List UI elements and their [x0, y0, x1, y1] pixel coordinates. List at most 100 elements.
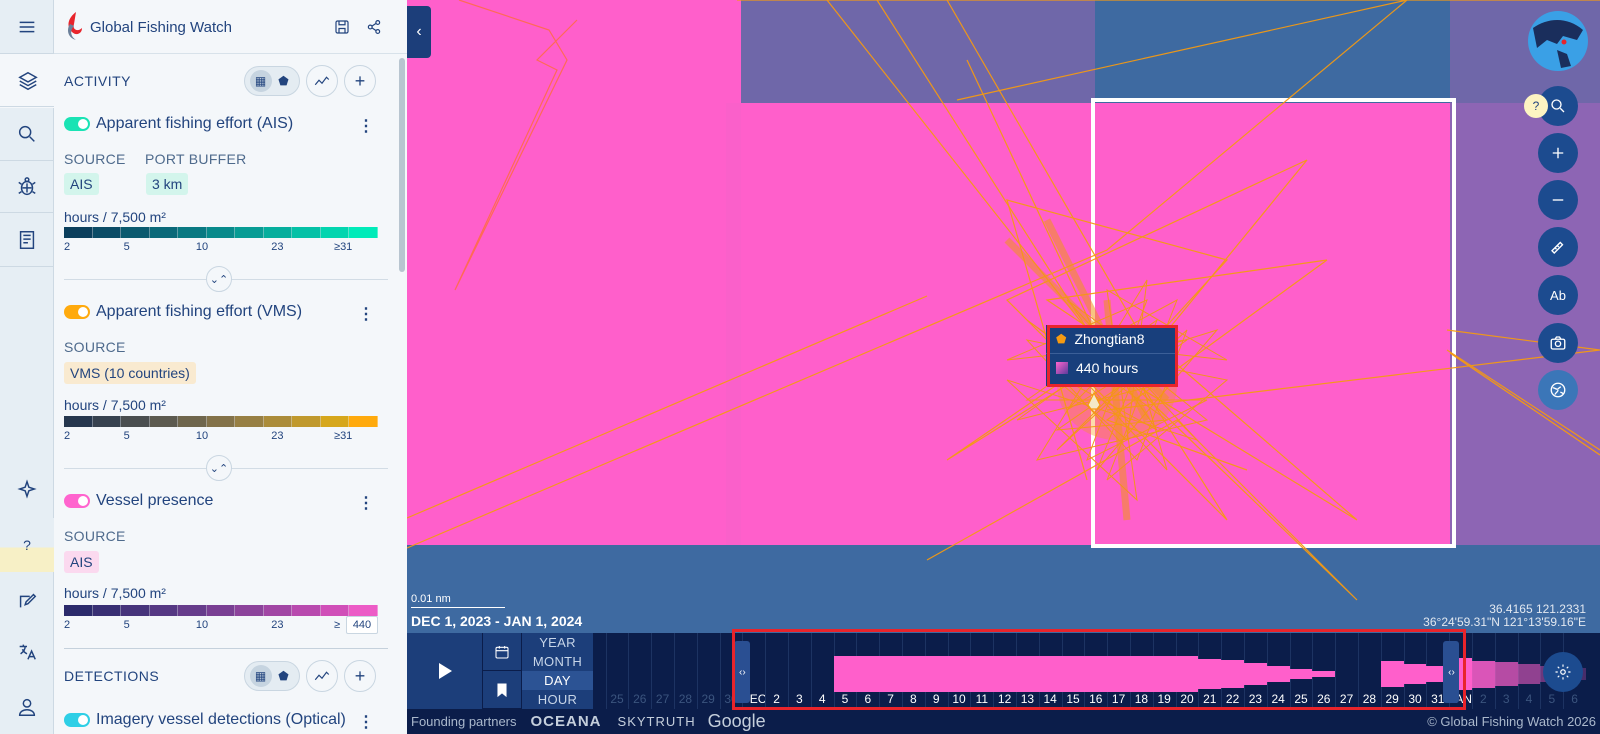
google-logo[interactable]: Google	[708, 711, 766, 732]
user-icon[interactable]	[0, 680, 54, 734]
vessel-tag-icon[interactable]: ⬟	[273, 70, 295, 92]
layer-toggle-ais[interactable]	[64, 117, 90, 131]
day-label: 10	[952, 692, 966, 706]
ramp-step	[235, 416, 264, 427]
help-icon[interactable]: ?	[0, 518, 54, 572]
sidebar-scrollbar[interactable]	[399, 58, 405, 272]
ruler-icon[interactable]	[1538, 227, 1578, 267]
calendar-icon[interactable]	[483, 633, 521, 671]
activity-bar	[1152, 656, 1176, 692]
vessel-icon: ⬟	[1056, 332, 1067, 346]
resolution-month[interactable]: MONTH	[522, 652, 593, 671]
add-detections-layer-button[interactable]: +	[344, 660, 376, 692]
resolution-year[interactable]: YEAR	[522, 633, 593, 652]
heatmap-icon[interactable]: ▦	[249, 665, 272, 687]
activity-visualization-toggle[interactable]: ▦ ⬟	[244, 66, 300, 96]
skytruth-logo[interactable]: SKYTRUTH	[618, 714, 696, 729]
heatmap-icon[interactable]: ▦	[249, 70, 272, 92]
layers-icon[interactable]	[0, 54, 55, 108]
activity-bar	[856, 656, 880, 692]
resolution-hour[interactable]: HOUR	[522, 690, 593, 709]
activity-bar	[1289, 668, 1313, 680]
ramp-step	[149, 605, 179, 616]
day-label: 22	[1225, 692, 1240, 706]
oceana-logo[interactable]: OCEANA	[531, 713, 602, 730]
day-label: 11	[975, 692, 989, 706]
layer-title-optical: Imagery vessel detections (Optical)	[64, 711, 346, 729]
layer-options-icon[interactable]: ⋮	[358, 712, 374, 732]
tooltip-vessel-row[interactable]: ⬟ Zhongtian8	[1046, 325, 1177, 353]
brand[interactable]: Global Fishing Watch	[64, 10, 232, 44]
day-label: 17	[1111, 692, 1126, 706]
bookmark-icon[interactable]	[483, 671, 521, 709]
ramp-step	[206, 416, 236, 427]
legend-unit: hours / 7,500 m²	[64, 209, 166, 225]
layer-label-vms: Apparent fishing effort (VMS)	[96, 303, 303, 320]
day-gridline	[696, 633, 698, 709]
save-icon[interactable]	[330, 15, 354, 39]
activity-bar	[1312, 671, 1336, 677]
day-label: 29	[1385, 692, 1399, 706]
annotation-icon[interactable]: Ab	[1538, 275, 1578, 315]
day-label: 30	[1408, 692, 1422, 706]
zoom-out-icon[interactable]	[1538, 180, 1578, 220]
expand-legend-icon[interactable]: ⌄⌃	[206, 455, 232, 481]
day-gridline	[788, 633, 789, 709]
legend-tick: ≥31	[334, 241, 353, 253]
layer-options-icon[interactable]: ⋮	[358, 116, 374, 136]
layer-options-icon[interactable]: ⋮	[358, 304, 374, 324]
activity-graph-icon[interactable]	[306, 65, 338, 97]
share-icon[interactable]	[362, 15, 386, 39]
layer-options-icon[interactable]: ⋮	[358, 493, 374, 513]
ramp-step	[92, 227, 122, 238]
map-canvas[interactable]	[407, 0, 1600, 734]
globe-minimap-icon[interactable]	[1527, 10, 1589, 72]
layer-toggle-vms[interactable]	[64, 305, 90, 319]
date-range-label: DEC 1, 2023 - JAN 1, 2024	[411, 613, 583, 629]
ramp-step	[320, 605, 350, 616]
basemap-globe-icon[interactable]	[1538, 370, 1578, 410]
zoom-in-icon[interactable]	[1538, 133, 1578, 173]
day-label: 6	[864, 692, 872, 706]
collapse-sidebar-button[interactable]: ‹	[407, 6, 431, 58]
feedback-icon[interactable]	[0, 574, 54, 628]
timebar-end-handle[interactable]: ‹›	[1443, 641, 1460, 703]
legend-tick: 10	[195, 241, 209, 253]
ramp-step	[263, 227, 293, 238]
ramp-step	[263, 605, 293, 616]
day-label: 16	[1089, 692, 1103, 706]
detections-visualization-toggle[interactable]: ▦ ⬟	[244, 661, 300, 691]
activity-bar	[970, 656, 994, 692]
day-label: 21	[1203, 692, 1217, 706]
expand-legend-icon[interactable]: ⌄⌃	[206, 266, 232, 292]
turtle-icon[interactable]	[0, 160, 54, 214]
copyright: © Global Fishing Watch 2026	[1427, 714, 1596, 729]
activity-bar	[1084, 656, 1108, 692]
search-icon[interactable]	[0, 107, 54, 161]
timebar-settings-icon[interactable]	[1543, 652, 1583, 692]
sparkle-icon[interactable]	[0, 462, 54, 516]
vessel-tag-icon[interactable]: ⬟	[273, 665, 295, 687]
detections-graph-icon[interactable]	[306, 660, 338, 692]
ramp-step	[121, 227, 150, 238]
timebar-start-handle[interactable]: ‹›	[734, 641, 751, 703]
timebar-days[interactable]: 25 26 27 28 29 30 DEC 2 3 4 5 6 7 8 9 10 11 12 13 14 15 16 17 1…	[593, 633, 1600, 709]
legend-unit: hours / 7,500 m²	[64, 585, 166, 601]
activity-bar	[1472, 660, 1495, 688]
camera-icon[interactable]	[1538, 323, 1578, 363]
layer-toggle-optical[interactable]	[64, 713, 90, 727]
reports-icon[interactable]	[0, 213, 54, 267]
resolution-day[interactable]: DAY	[522, 671, 593, 690]
language-icon[interactable]	[0, 625, 54, 679]
day-label: 25	[610, 692, 624, 706]
day-gridline	[1358, 633, 1359, 709]
layer-toggle-presence[interactable]	[64, 494, 90, 508]
ramp-step	[320, 416, 350, 427]
ramp-step	[349, 605, 379, 616]
add-activity-layer-button[interactable]: +	[344, 65, 376, 97]
menu-icon[interactable]	[0, 0, 54, 54]
timebar: YEAR MONTH DAY HOUR 25 26 27 28 29 30 DEC 2 3 4 5 6…	[407, 633, 1600, 709]
map-help-icon[interactable]: ?	[1524, 94, 1548, 118]
day-label: 5	[841, 692, 849, 706]
play-button[interactable]	[407, 633, 483, 709]
